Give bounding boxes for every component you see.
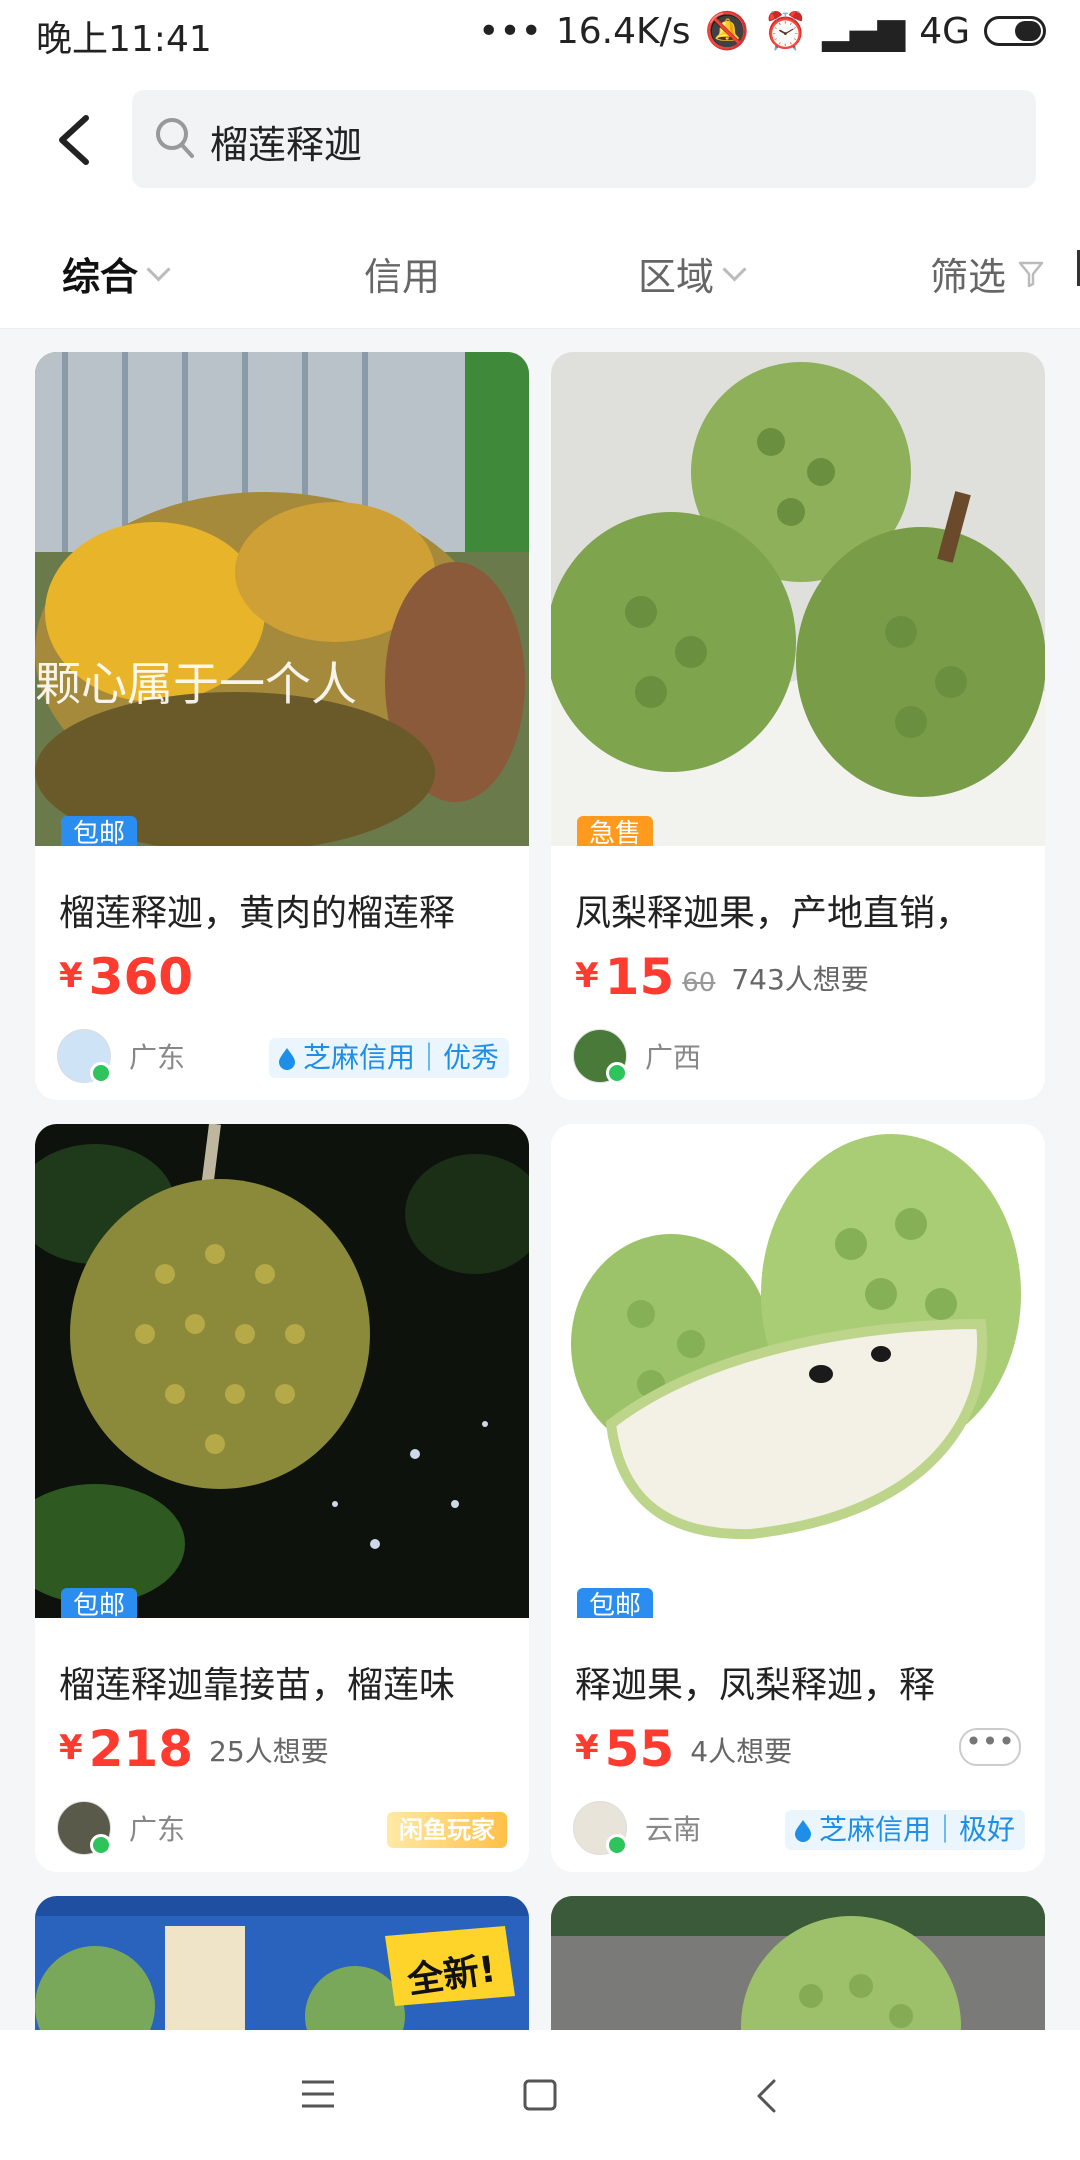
search-bar[interactable]: 榴莲释迦 [132, 90, 1036, 188]
product-price: ¥ 360 [59, 952, 193, 1002]
credit-badge: 芝麻信用｜优秀 [268, 1038, 509, 1078]
image-caption: 颗心属于一个人 [35, 657, 357, 711]
avatar[interactable] [57, 1029, 112, 1084]
header: 榴莲释迦 [0, 70, 1080, 210]
want-count: 743人想要 [731, 963, 869, 996]
free-shipping-tag: 包邮 [577, 1588, 654, 1618]
signal-icon: ▂▄▆ [822, 10, 906, 52]
mute-icon: 🔕 [704, 11, 750, 52]
battery-icon [984, 16, 1046, 46]
price-value: 15 [604, 948, 675, 1006]
urgent-sale-tag: 急售 [577, 816, 654, 846]
xianyu-player-badge: 闲鱼玩家 [387, 1812, 507, 1848]
tab-label: 筛选 [930, 255, 1007, 299]
price-value: 55 [604, 1720, 675, 1778]
filter-icon [1018, 261, 1044, 287]
product-price: ¥ 15 60 743人想要 [575, 952, 869, 1002]
price-value: 218 [88, 1720, 194, 1778]
tab-comprehensive[interactable]: 综合 [62, 246, 171, 301]
online-dot [90, 1834, 112, 1856]
want-count: 25人想要 [209, 1735, 329, 1768]
search-input[interactable]: 榴莲释迦 [210, 114, 362, 169]
credit-badge: 芝麻信用｜极好 [784, 1810, 1025, 1850]
product-title: 凤梨释迦果，产地直销， [575, 893, 972, 934]
back-nav-icon[interactable] [754, 2078, 778, 2114]
product-price: ¥ 55 4人想要 [575, 1724, 792, 1774]
currency-symbol: ¥ [59, 1728, 83, 1768]
tab-filter[interactable]: 筛选 [930, 246, 1044, 301]
more-dots-icon: ••• [478, 10, 542, 52]
seller-region: 广东 [129, 1041, 186, 1074]
seller-info[interactable]: 广东 [57, 1800, 185, 1856]
tab-credit[interactable]: 信用 [364, 246, 440, 301]
sesame-drop-icon [794, 1820, 811, 1842]
status-time: 晚上11:41 [36, 19, 212, 60]
product-title: 榴莲释迦，黄肉的榴莲释 [59, 893, 456, 934]
seller-info[interactable]: 云南 [573, 1800, 701, 1856]
tab-label: 区域 [638, 255, 715, 299]
product-card[interactable]: 颗心属于一个人 包邮 榴莲释迦，黄肉的榴莲释 ¥ 360 广东 芝麻信用｜优秀 [35, 352, 529, 1100]
product-image[interactable]: 包邮 [35, 1124, 529, 1618]
back-arrow-icon [59, 115, 89, 165]
original-price: 60 [682, 968, 716, 998]
menu-icon[interactable] [300, 2078, 336, 2110]
seller-region: 广东 [129, 1813, 186, 1846]
tab-label: 综合 [62, 255, 139, 299]
status-bar: 晚上11:41 ••• 16.4K/s 🔕 ⏰ ▂▄▆ 4G [0, 0, 1080, 70]
system-nav-bar [0, 2030, 1080, 2160]
currency-symbol: ¥ [575, 1728, 599, 1768]
filter-tabs: 综合 信用 区域 筛选 [0, 210, 1080, 329]
product-card[interactable]: 包邮 榴莲释迦靠接苗，榴莲味 ¥ 218 25人想要 广东 闲鱼玩家 [35, 1124, 529, 1872]
credit-text: 芝麻信用｜极好 [818, 1813, 1015, 1846]
free-shipping-tag: 包邮 [61, 816, 138, 846]
currency-symbol: ¥ [575, 956, 599, 996]
more-options-button[interactable]: ••• [959, 1728, 1021, 1766]
status-right: ••• 16.4K/s 🔕 ⏰ ▂▄▆ 4G [478, 10, 1046, 52]
product-image[interactable]: 急售 [551, 352, 1045, 846]
seller-region: 广西 [645, 1041, 702, 1074]
home-icon[interactable] [522, 2078, 558, 2112]
avatar[interactable] [573, 1029, 628, 1084]
product-image[interactable]: 包邮 [551, 1124, 1045, 1618]
network-speed: 16.4K/s [555, 10, 691, 52]
product-title: 释迦果，凤梨释迦，释 [575, 1665, 936, 1706]
credit-text: 芝麻信用｜优秀 [302, 1041, 499, 1074]
online-dot [90, 1062, 112, 1084]
seller-info[interactable]: 广东 [57, 1028, 185, 1084]
product-card[interactable]: 包邮 释迦果，凤梨释迦，释 ¥ 55 4人想要 ••• 云南 芝麻信用｜极好 [551, 1124, 1045, 1872]
chevron-down-icon [722, 257, 747, 282]
sesame-drop-icon [278, 1048, 295, 1070]
online-dot [606, 1062, 628, 1084]
tab-region[interactable]: 区域 [638, 246, 747, 301]
product-card[interactable]: 急售 凤梨释迦果，产地直销， ¥ 15 60 743人想要 广西 [551, 352, 1045, 1100]
avatar[interactable] [573, 1801, 628, 1856]
want-count: 4人想要 [690, 1735, 793, 1768]
chevron-down-icon [146, 257, 171, 282]
back-button[interactable] [50, 110, 100, 170]
seller-info[interactable]: 广西 [573, 1028, 701, 1084]
seller-region: 云南 [645, 1813, 702, 1846]
search-icon [156, 118, 194, 158]
free-shipping-tag: 包邮 [61, 1588, 138, 1618]
avatar[interactable] [57, 1801, 112, 1856]
network-type: 4G [919, 10, 970, 52]
price-value: 360 [88, 948, 194, 1006]
product-price: ¥ 218 25人想要 [59, 1724, 329, 1774]
currency-symbol: ¥ [59, 956, 83, 996]
product-image[interactable]: 颗心属于一个人 包邮 [35, 352, 529, 846]
product-title: 榴莲释迦靠接苗，榴莲味 [59, 1665, 456, 1706]
tab-label: 信用 [364, 255, 441, 299]
online-dot [606, 1834, 628, 1856]
alarm-icon: ⏰ [763, 11, 809, 52]
